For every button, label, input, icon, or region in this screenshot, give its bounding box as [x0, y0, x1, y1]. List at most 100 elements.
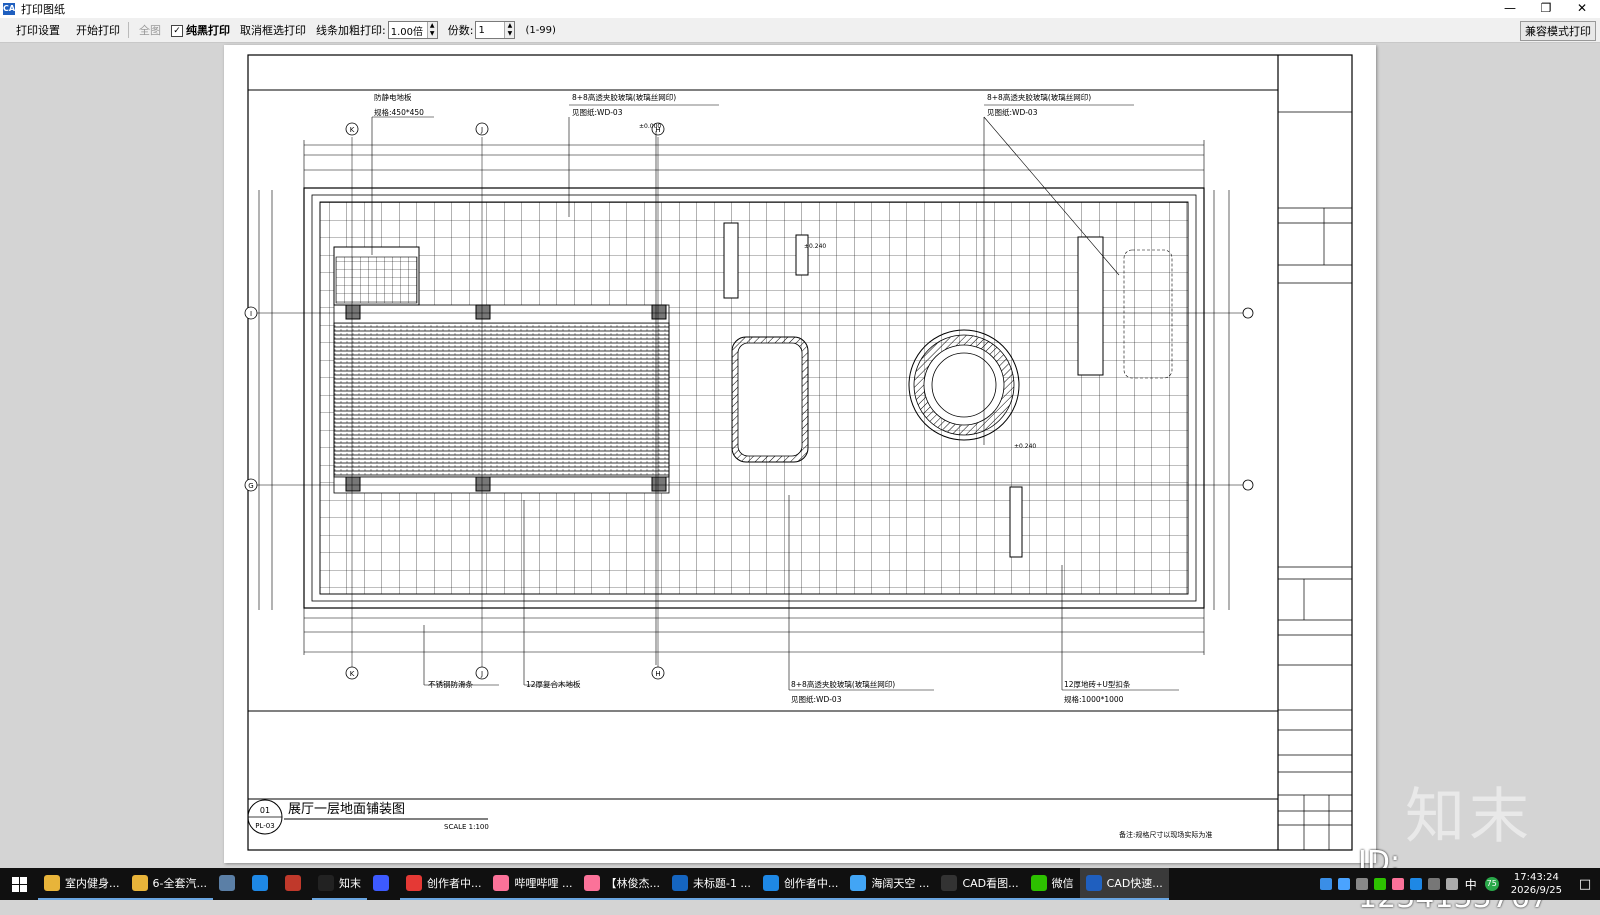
print-settings-button[interactable]: 打印设置	[16, 22, 60, 38]
copies-stepper[interactable]: ▲▼	[475, 21, 516, 39]
taskbar-item[interactable]: CAD看图...	[935, 868, 1025, 900]
close-icon[interactable]: ✕	[1564, 0, 1600, 18]
cancel-select-print-button[interactable]: 取消框选打印	[240, 22, 306, 38]
music-icon	[850, 875, 867, 891]
taskbar-item-label: 室内健身...	[65, 877, 120, 890]
photoshop-icon	[671, 875, 688, 891]
callout-tile-spec: 规格:1000*1000	[1064, 694, 1124, 704]
spin-arrows-icon[interactable]: ▲ ▼	[504, 22, 515, 38]
maximize-icon[interactable]: ❐	[1528, 0, 1564, 18]
callout-glass-top-right: 8+8高透夹胶玻璃(玻璃丝网印)	[987, 92, 1091, 102]
taskbar-item-label: 哔哩哔哩 ...	[514, 877, 573, 890]
taskbar-item[interactable]	[279, 868, 312, 900]
taskbar-item-label: 未标题-1 ...	[692, 877, 751, 890]
callout-glass-top-mid: 8+8高透夹胶玻璃(玻璃丝网印)	[572, 92, 676, 102]
callout-anti-slip: 不锈钢防滑条	[428, 679, 473, 689]
callout-glass-top-mid-ref: 见图纸:WD-03	[572, 107, 623, 117]
copies-range: (1-99)	[525, 24, 556, 36]
print-preview-paper: 01 PL-03 展厅一层地面铺装图 SCALE 1:100 备注:规格尺寸以现…	[224, 45, 1376, 863]
system-clock[interactable]: 17:43:24 2026/9/25	[1511, 871, 1562, 897]
taskbar-item-label: 微信	[1051, 877, 1074, 890]
taskbar: 室内健身... 6-全套汽... 知末 创作者中... 哔哩哔哩 ... 【林俊杰... 未…	[0, 868, 1600, 900]
axis-label-g: G	[248, 482, 253, 490]
taskbar-item[interactable]: 微信	[1024, 868, 1080, 900]
axis-label-h-bottom: H	[655, 670, 660, 678]
print-toolbar: 打印设置 开始打印 全图 ✓纯黑打印 取消框选打印 线条加粗打印: ▲▼ 份数:…	[0, 18, 1600, 43]
taskbar-item-label: 创作者中...	[783, 877, 839, 890]
start-print-button[interactable]: 开始打印	[76, 22, 120, 38]
minimize-icon[interactable]: —	[1492, 0, 1528, 18]
taskbar-item[interactable]: CAD快速...	[1079, 868, 1169, 900]
copies-input[interactable]	[476, 23, 505, 37]
taskbar-item-label: 海阔天空 ...	[871, 877, 930, 890]
line-bold-input[interactable]	[388, 23, 427, 37]
taskbar-item[interactable]: 未标题-1 ...	[665, 868, 757, 900]
windows-logo-icon	[11, 876, 27, 892]
axis-label-j-bottom: J	[480, 670, 483, 678]
watermark-logo: 知末	[1405, 782, 1533, 852]
drawing-note: 备注:规格尺寸以现场实际为准	[1119, 830, 1212, 839]
taskbar-item[interactable]: 6-全套汽...	[125, 868, 213, 900]
taskbar-item[interactable]: 【林俊杰...	[578, 868, 666, 900]
pure-black-toggle[interactable]: ✓ 纯黑打印	[171, 22, 230, 38]
level-mark-3: ±0.240	[1014, 443, 1036, 450]
start-button[interactable]	[0, 868, 38, 900]
browser-icon	[251, 875, 268, 891]
level-mark-2: ±0.240	[804, 243, 826, 250]
callout-antistatic-floor: 防静电地板	[374, 92, 412, 102]
tray-app-icon[interactable]	[1409, 878, 1422, 890]
line-bold-stepper[interactable]: ▲▼	[387, 21, 438, 39]
ai-icon	[372, 875, 389, 891]
callout-wood-floor: 12厚复合木地板	[526, 679, 581, 689]
ime-indicator[interactable]: 中	[1465, 876, 1477, 893]
callout-glass-bottom: 8+8高透夹胶玻璃(玻璃丝网印)	[791, 679, 895, 689]
tray-badge[interactable]: 75	[1484, 877, 1499, 891]
taskbar-item-label: CAD快速...	[1106, 877, 1163, 890]
system-tray: 中 75 17:43:24 2026/9/25 □	[1317, 868, 1600, 900]
taskbar-item[interactable]: 室内健身...	[38, 868, 126, 900]
taskbar-item[interactable]	[367, 868, 400, 900]
title-bar: CAD 打印图纸 — ❐ ✕	[0, 0, 1600, 18]
toolbar-divider	[128, 22, 129, 38]
znzmo-icon	[317, 875, 334, 891]
taskbar-item-label: 创作者中...	[426, 877, 482, 890]
full-view-button[interactable]: 全图	[139, 22, 161, 38]
window-controls: — ❐ ✕	[1492, 0, 1600, 18]
drawing-scale: SCALE 1:100	[444, 823, 489, 831]
cad-viewer-icon	[941, 875, 958, 891]
taskbar-item[interactable]: 创作者中...	[399, 868, 488, 900]
tray-app-icon[interactable]	[1355, 878, 1368, 890]
bilibili-icon	[584, 875, 601, 891]
taskbar-item-label: 6-全套汽...	[152, 877, 207, 890]
tray-network-icon[interactable]	[1427, 878, 1440, 890]
autocad-icon	[284, 875, 301, 891]
taskbar-apps: 室内健身... 6-全套汽... 知末 创作者中... 哔哩哔哩 ... 【林俊杰... 未…	[38, 868, 1169, 900]
app-icon: CAD	[3, 3, 22, 15]
spin-arrows-icon[interactable]: ▲ ▼	[426, 22, 437, 38]
tray-app-icon[interactable]	[1319, 878, 1332, 890]
compat-mode-print-button[interactable]: 兼容模式打印	[1520, 21, 1596, 41]
taskbar-item[interactable]: 创作者中...	[756, 868, 845, 900]
wechat-icon	[1030, 875, 1047, 891]
taskbar-item[interactable]: 知末	[311, 868, 367, 900]
clock-date: 2026/9/25	[1510, 885, 1562, 896]
axis-label-k-bottom: K	[350, 670, 355, 678]
tray-volume-icon[interactable]	[1445, 878, 1458, 890]
tray-app-icon[interactable]	[1391, 878, 1404, 890]
taskbar-item[interactable]: 海阔天空 ...	[844, 868, 936, 900]
tray-app-icon[interactable]	[1337, 878, 1350, 890]
drawing-title: 展厅一层地面铺装图	[288, 802, 405, 817]
level-mark-1: ±0.000	[639, 123, 661, 130]
sheet-code: PL-03	[255, 822, 274, 830]
line-bold-label: 线条加粗打印:	[316, 24, 386, 37]
sheet-number: 01	[260, 806, 270, 815]
taskbar-item[interactable]: 哔哩哔哩 ...	[487, 868, 579, 900]
taskbar-item[interactable]	[246, 868, 279, 900]
notification-icon[interactable]: □	[1570, 877, 1600, 892]
floor-plan-drawing: 01 PL-03 展厅一层地面铺装图 SCALE 1:100 备注:规格尺寸以现…	[244, 54, 1353, 851]
taskbar-item[interactable]	[213, 868, 246, 900]
callout-antistatic-spec: 规格:450*450	[374, 107, 424, 117]
tray-wechat-icon[interactable]	[1373, 878, 1386, 890]
checkbox-checked-icon[interactable]: ✓	[171, 25, 183, 37]
callout-glass-bottom-ref: 见图纸:WD-03	[791, 694, 842, 704]
